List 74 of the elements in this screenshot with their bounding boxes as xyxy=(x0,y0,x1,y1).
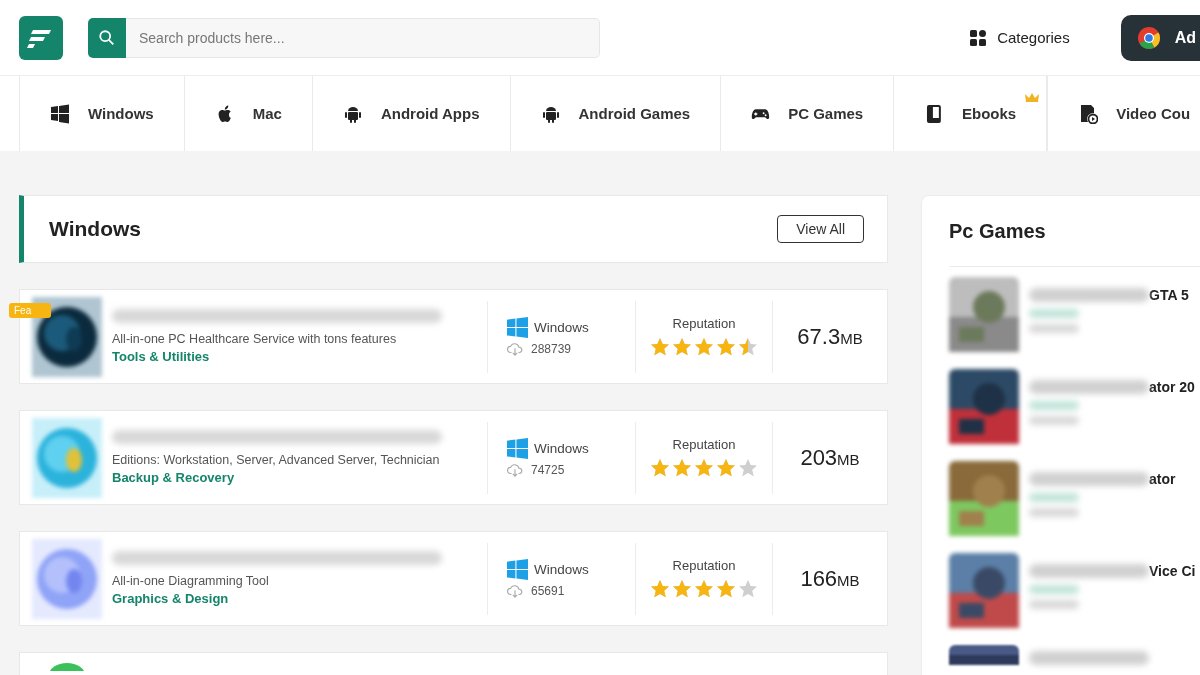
category-tab[interactable]: Mac xyxy=(183,76,312,151)
section-title: Windows xyxy=(49,217,141,241)
reputation-label: Reputation xyxy=(672,316,736,331)
category-link[interactable]: Backup & Recovery xyxy=(112,470,487,485)
star-icon xyxy=(694,458,714,478)
download-count: 65691 xyxy=(531,584,565,598)
download-count: 288739 xyxy=(531,342,572,356)
cloud-download-icon xyxy=(507,342,523,356)
star-icon xyxy=(694,579,714,599)
product-description: All-in-one PC Healthcare Service with tons features xyxy=(112,332,398,346)
star-icon xyxy=(694,337,714,357)
reputation-label: Reputation xyxy=(672,558,736,573)
star-icon xyxy=(672,337,692,357)
star-icon xyxy=(672,458,692,478)
star-icon xyxy=(650,458,670,478)
file-size: 67.3MB xyxy=(797,323,863,350)
logo-icon[interactable] xyxy=(19,15,63,60)
windows-icon xyxy=(507,317,528,338)
star-icon xyxy=(650,337,670,357)
panel-title: Pc Games xyxy=(949,220,1047,243)
star-icon xyxy=(738,458,758,478)
cloud-download-icon xyxy=(507,463,523,477)
game-title[interactable]: Vice Ci xyxy=(1149,563,1196,579)
category-tab[interactable]: PC Games xyxy=(720,76,894,151)
chrome-icon xyxy=(1136,25,1161,50)
category-tab[interactable]: Android Games xyxy=(509,76,721,151)
product-card[interactable]: All-in-one Diagramming Tool Graphics & Design Windows 65691 Reputation 166MB xyxy=(19,531,888,626)
file-size: 166MB xyxy=(800,565,860,592)
blurred-text xyxy=(1029,600,1079,609)
featured-badge: Fea xyxy=(9,303,51,318)
product-description: All-in-one Diagramming Tool xyxy=(112,574,270,588)
blurred-text xyxy=(1029,508,1079,517)
category-link[interactable]: Graphics & Design xyxy=(112,591,487,606)
video-file-icon xyxy=(1078,103,1099,124)
star-icon xyxy=(716,337,736,357)
windows-icon xyxy=(50,103,70,124)
platform-label: Windows xyxy=(534,562,589,577)
windows-icon xyxy=(507,438,528,459)
star-icon xyxy=(672,579,692,599)
game-title[interactable]: ator xyxy=(1149,471,1176,487)
game-title[interactable]: GTA 5 xyxy=(1149,287,1189,303)
category-tab[interactable]: Video Cou xyxy=(1047,76,1200,151)
search-field[interactable]: Search products here... xyxy=(126,17,600,58)
blurred-text xyxy=(1029,309,1079,318)
windows-icon xyxy=(507,559,528,580)
blurred-text xyxy=(1029,401,1079,410)
reputation-label: Reputation xyxy=(672,437,736,452)
download-count: 74725 xyxy=(531,463,565,477)
star-icon xyxy=(716,458,736,478)
category-tab[interactable]: Android Apps xyxy=(311,76,510,151)
product-description: Editions: Workstation, Server, Advanced Server, Technician xyxy=(112,453,441,467)
blurred-text xyxy=(1029,585,1079,594)
blurred-text xyxy=(1029,324,1079,333)
product-card[interactable]: Editions: Workstation, Server, Advanced Server, Technician Backup & Recovery Windows 74725 Reputation 203MB xyxy=(19,410,888,505)
category-tab[interactable]: Windows xyxy=(19,76,184,151)
category-link[interactable]: Tools & Utilities xyxy=(112,349,487,364)
platform-label: Windows xyxy=(534,441,589,456)
blurred-text xyxy=(1029,493,1079,502)
platform-label: Windows xyxy=(534,320,589,335)
search-icon[interactable] xyxy=(88,17,126,58)
book-icon xyxy=(924,103,944,124)
category-tab[interactable]: Ebooks xyxy=(893,76,1048,151)
categories-button[interactable]: Categories xyxy=(969,28,1070,47)
star-icon xyxy=(738,579,758,599)
star-icon xyxy=(738,337,758,357)
file-size: 203MB xyxy=(800,444,860,471)
add-extension-button[interactable]: Ad xyxy=(1120,14,1200,61)
star-icon xyxy=(716,579,736,599)
view-all-button[interactable]: View All xyxy=(777,215,864,243)
star-icon xyxy=(650,579,670,599)
grid-icon xyxy=(969,28,988,47)
blurred-text xyxy=(1029,416,1079,425)
game-title[interactable]: ator 20 xyxy=(1149,379,1195,395)
cloud-download-icon xyxy=(507,584,523,598)
